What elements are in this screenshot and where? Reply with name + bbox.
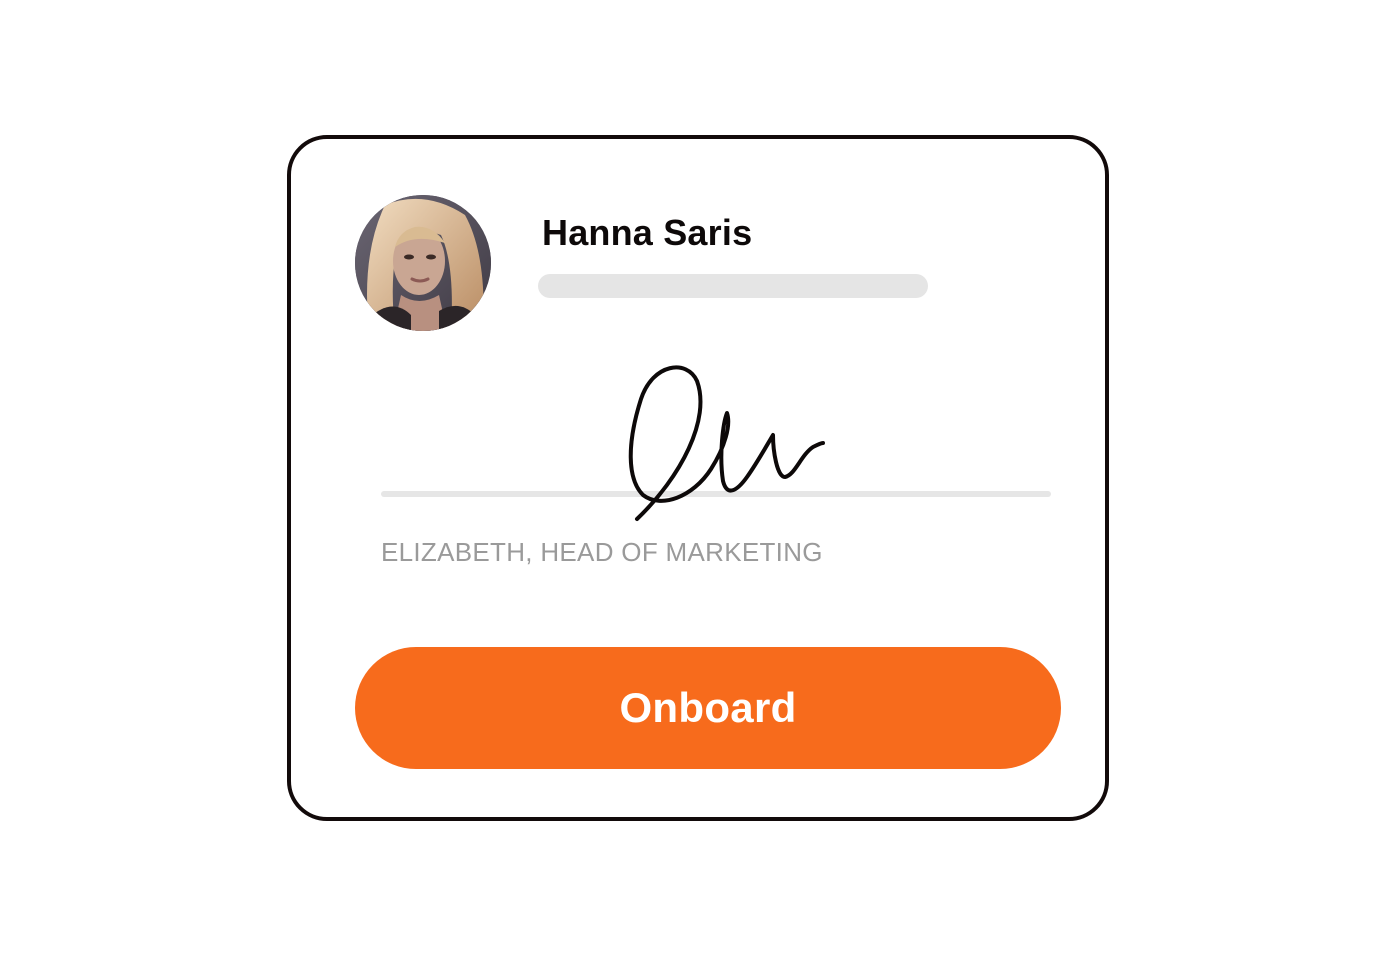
profile-name: Hanna Saris	[542, 212, 753, 253]
signature-scribble	[628, 365, 825, 521]
signature-area[interactable]	[381, 359, 1051, 529]
stage: Hanna Saris ELIZABETH, HEAD OF MARKETING…	[0, 0, 1396, 960]
subtitle-placeholder-bar	[538, 274, 928, 298]
onboard-button[interactable]: Onboard	[355, 647, 1061, 769]
signer-label: ELIZABETH, HEAD OF MARKETING	[381, 537, 823, 567]
avatar	[355, 195, 491, 331]
onboarding-card: Hanna Saris ELIZABETH, HEAD OF MARKETING…	[287, 135, 1109, 821]
person-photo-icon	[355, 195, 491, 331]
